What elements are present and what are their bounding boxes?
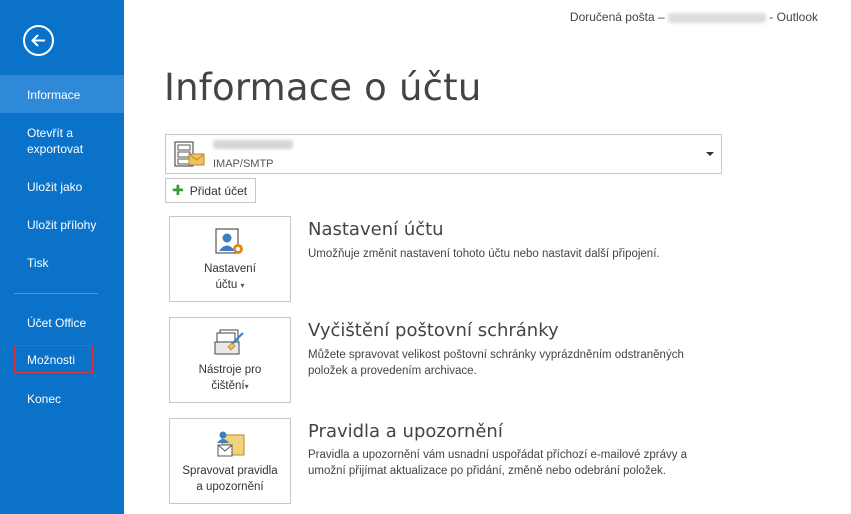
account-settings-button[interactable]: Nastavení účtu ▾ <box>169 216 291 302</box>
nav-item-label: Konec <box>27 392 62 406</box>
email-account-icon <box>174 141 205 167</box>
nav-item-label: Uložit jako <box>27 180 83 194</box>
add-account-button[interactable]: ✚ Přidat účet <box>165 178 257 203</box>
tile-label-line1: Spravovat pravidla <box>182 465 278 477</box>
nav-item-label: Možnosti <box>27 353 76 367</box>
tile-label: Nástroje pro čištění▾ <box>170 362 290 395</box>
nav-item-konec[interactable]: Konec <box>0 391 124 407</box>
account-type: IMAP/SMTP <box>213 158 274 170</box>
nav-item-otevrit-exportovat[interactable]: Otevřít a exportovat <box>0 125 95 157</box>
back-button[interactable] <box>23 25 54 56</box>
section-title-rules: Pravidla a upozornění <box>308 421 503 442</box>
redacted-email <box>667 12 766 23</box>
caret-down-icon: ▾ <box>240 281 245 290</box>
nav-item-label: Účet Office <box>27 316 87 330</box>
nav-divider <box>14 293 98 294</box>
tile-label-line2: čištění <box>211 380 245 392</box>
window-title: Doručená pošta – - Outlook <box>570 10 818 24</box>
backstage-sidebar: Informace Otevřít a exportovat Uložit ja… <box>0 0 124 514</box>
nav-item-label: Informace <box>27 88 81 102</box>
tile-label-line2: účtu <box>215 279 238 291</box>
page-title: Informace o účtu <box>164 66 482 109</box>
section-title-cleanup: Vyčištění poštovní schránky <box>308 320 559 341</box>
section-title-account-settings: Nastavení účtu <box>308 219 444 240</box>
manage-rules-button[interactable]: Spravovat pravidla a upozornění <box>169 418 291 504</box>
account-selector[interactable]: IMAP/SMTP <box>165 134 722 174</box>
window-title-prefix: Doručená pošta – <box>569 10 668 24</box>
window-title-suffix: - Outlook <box>765 10 818 24</box>
nav-item-ulozit-prilohy[interactable]: Uložit přílohy <box>0 217 124 233</box>
account-settings-icon <box>215 228 243 254</box>
nav-item-tisk[interactable]: Tisk <box>0 255 124 271</box>
plus-icon: ✚ <box>172 182 184 198</box>
redacted-account-email <box>213 140 293 149</box>
nav-item-moznosti[interactable]: Možnosti <box>0 345 124 373</box>
section-desc-cleanup: Můžete spravovat velikost poštovní schrá… <box>308 349 684 377</box>
nav-item-label: Tisk <box>27 256 49 270</box>
section-desc-rules: Pravidla a upozornění vám usnadní uspořá… <box>308 449 688 477</box>
cleanup-tools-button[interactable]: Nástroje pro čištění▾ <box>169 317 291 403</box>
back-arrow-icon <box>31 34 45 47</box>
add-account-label: Přidat účet <box>189 184 248 198</box>
cleanup-tools-icon <box>214 329 244 355</box>
nav-item-label: Otevřít a exportovat <box>27 126 84 156</box>
nav-item-ulozit-jako[interactable]: Uložit jako <box>0 179 124 195</box>
tile-label-line2: a upozornění <box>196 481 264 493</box>
nav-item-label: Uložit přílohy <box>27 218 97 232</box>
caret-down-icon: ▾ <box>244 382 249 391</box>
section-desc-account-settings: Umožňuje změnit nastavení tohoto účtu ne… <box>308 248 660 260</box>
tile-label-line1: Nástroje pro <box>198 364 262 376</box>
nav-item-informace[interactable]: Informace <box>0 75 124 113</box>
tile-label: Spravovat pravidla a upozornění <box>170 463 290 495</box>
tile-label: Nastavení účtu ▾ <box>170 261 290 294</box>
nav-item-ucet-office[interactable]: Účet Office <box>0 315 124 331</box>
rules-alerts-icon <box>217 431 245 457</box>
tile-label-line1: Nastavení <box>204 263 256 275</box>
chevron-down-icon <box>706 152 714 156</box>
